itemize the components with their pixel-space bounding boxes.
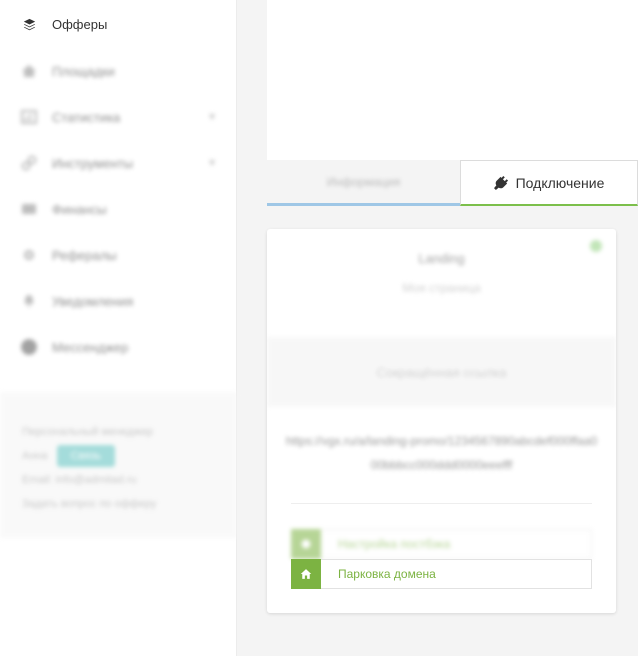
- tab-connection-label: Подключение: [515, 174, 605, 191]
- divider: [291, 503, 592, 504]
- manager-name: Анна: [22, 450, 48, 462]
- manager-row: Анна Связь: [22, 444, 217, 468]
- sidebar-item-stats[interactable]: Статистика ▼: [0, 94, 237, 140]
- link-icon: [20, 154, 38, 172]
- tab-info[interactable]: Информация: [267, 160, 460, 206]
- sidebar: Офферы Площадки Статистика ▼ Инструменты…: [0, 0, 237, 656]
- postback-settings-label: Настройка постбэка: [338, 537, 451, 551]
- support-text[interactable]: Задать вопрос по офферу: [22, 492, 217, 516]
- sidebar-item-finance[interactable]: Финансы: [0, 186, 237, 232]
- chart-icon: [20, 108, 38, 126]
- sidebar-item-notifications[interactable]: Уведомления: [0, 278, 237, 324]
- chevron-down-icon: ▼: [207, 157, 217, 169]
- chevron-down-icon: ▼: [207, 111, 217, 123]
- globe-icon: [20, 338, 38, 356]
- sidebar-item-sites[interactable]: Площадки: [0, 48, 237, 94]
- shared-link-bar[interactable]: Сокращённая ссылка: [267, 337, 616, 407]
- tracking-url[interactable]: https://vgx.ru/a/landing-promo/123456789…: [283, 429, 600, 477]
- contact-button[interactable]: Связь: [56, 445, 116, 468]
- home-icon: [291, 559, 321, 589]
- manager-panel: Персональный менеджер Анна Связь Email: …: [0, 392, 237, 538]
- sidebar-item-messenger[interactable]: Мессенджер: [0, 324, 237, 370]
- sidebar-item-label: Рефералы: [52, 247, 117, 263]
- email-text: Email: info@admitad.ru: [22, 474, 137, 486]
- settings-icon: [291, 529, 321, 559]
- sidebar-item-label: Площадки: [52, 63, 115, 79]
- tab-connection[interactable]: Подключение: [460, 160, 638, 206]
- sidebar-item-referrals[interactable]: Рефералы: [0, 232, 237, 278]
- sidebar-item-label: Инструменты: [52, 155, 134, 171]
- manager-text: Персональный менеджер: [22, 426, 154, 438]
- home-icon: [20, 62, 38, 80]
- domain-parking-label: Парковка домена: [338, 567, 436, 581]
- connection-card: Landing Моя страница Сокращённая ссылка …: [267, 229, 616, 613]
- sidebar-item-label: Статистика: [52, 109, 121, 125]
- landing-title: Landing: [418, 251, 465, 266]
- tab-info-label: Информация: [326, 174, 401, 189]
- sidebar-item-label: Мессенджер: [52, 339, 129, 355]
- sidebar-item-label: Финансы: [52, 201, 107, 217]
- sidebar-item-offers[interactable]: Офферы: [0, 1, 237, 47]
- offer-tabs: Информация Подключение: [267, 160, 638, 206]
- bell-icon: [20, 292, 38, 310]
- gear-icon: [20, 246, 38, 264]
- sidebar-item-label: Уведомления: [52, 293, 134, 309]
- shared-link-label: Сокращённая ссылка: [376, 364, 507, 380]
- domain-parking-button[interactable]: Парковка домена: [291, 559, 592, 589]
- sidebar-item-label: Офферы: [52, 16, 108, 32]
- offer-banner-panel: [267, 0, 638, 160]
- wallet-icon: [20, 200, 38, 218]
- postback-settings-button[interactable]: Настройка постбэка: [291, 529, 592, 559]
- layers-icon: [20, 15, 38, 33]
- sidebar-item-tools[interactable]: Инструменты ▼: [0, 140, 237, 186]
- plug-icon: [493, 175, 509, 190]
- landing-subtitle: Моя страница: [402, 281, 481, 295]
